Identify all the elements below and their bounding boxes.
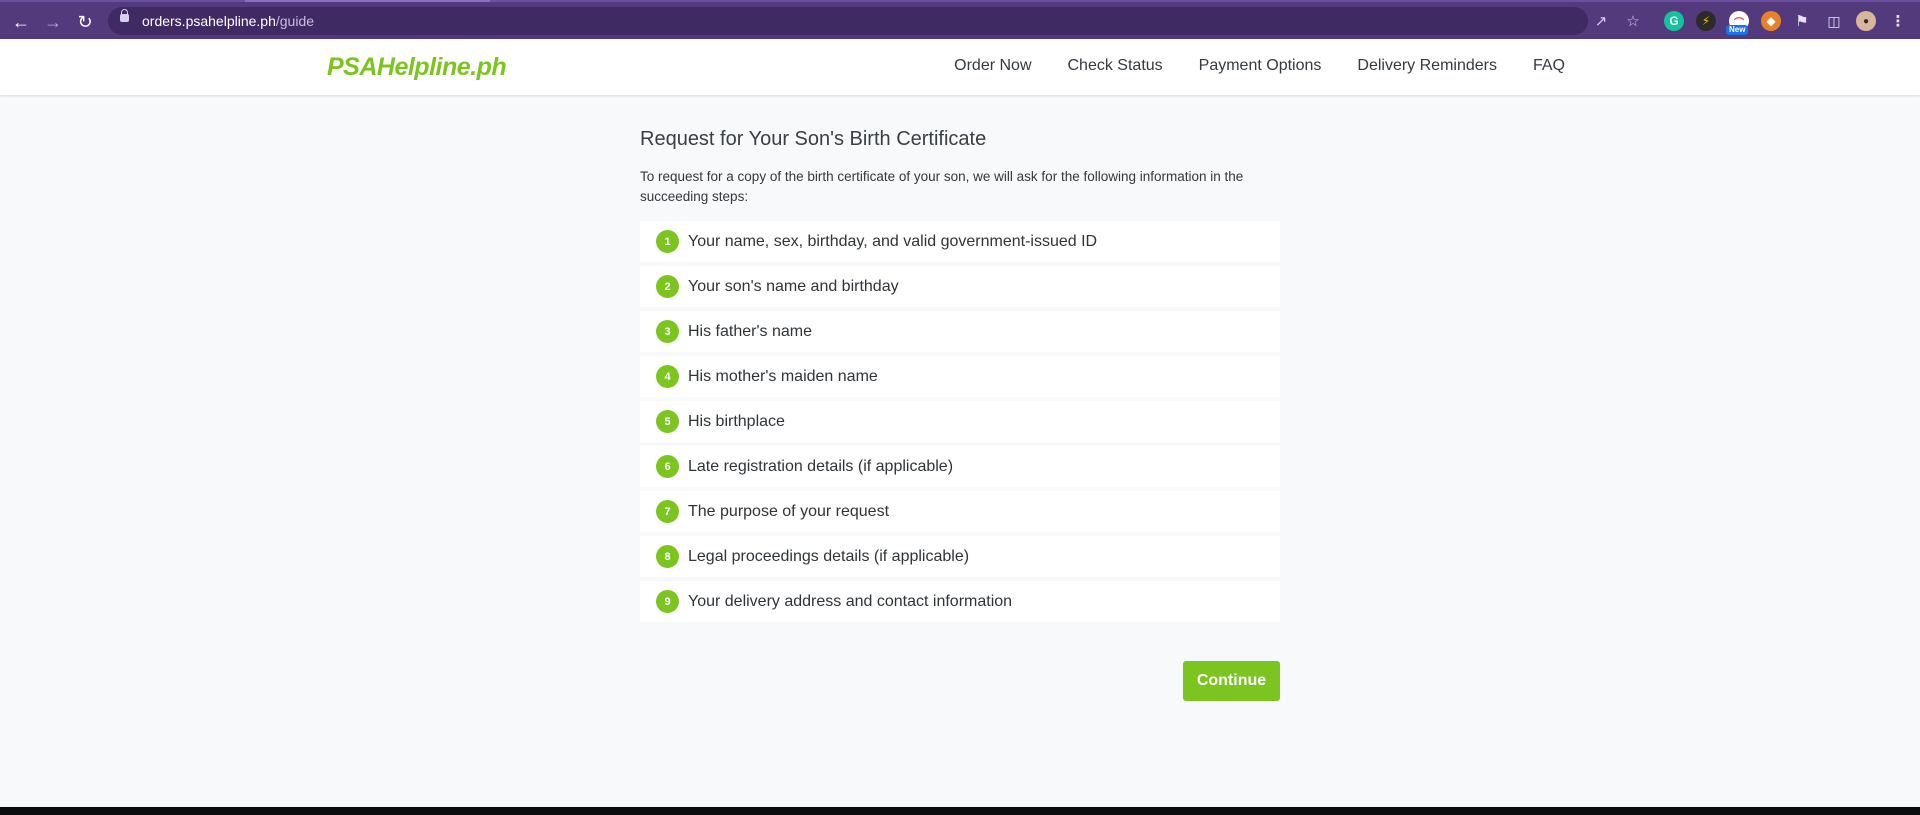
grammarly-extension-icon[interactable]: G — [1664, 11, 1684, 31]
back-icon[interactable]: ← — [9, 10, 33, 34]
page-title: Request for Your Son's Birth Certificate — [640, 128, 987, 150]
step-text: Legal proceedings details (if applicable… — [688, 547, 970, 565]
list-item: 4 His mother's maiden name — [640, 356, 1280, 397]
url-text[interactable]: orders.psahelpline.ph/guide — [142, 13, 314, 29]
fox-extension-icon[interactable]: ◆ — [1761, 11, 1781, 31]
guide-content: Request for Your Son's Birth Certificate… — [640, 128, 1280, 626]
continue-button[interactable]: Continue — [1183, 661, 1280, 701]
step-number-badge: 9 — [656, 590, 679, 613]
bookmark-star-icon[interactable]: ☆ — [1623, 11, 1643, 31]
site-logo[interactable]: PSAHelpline.ph — [327, 53, 507, 82]
list-item: 6 Late registration details (if applicabl… — [640, 446, 1280, 487]
list-item: 2 Your son's name and birthday — [640, 266, 1280, 307]
nav-payment-options[interactable]: Payment Options — [1199, 57, 1322, 75]
address-bar[interactable]: orders.psahelpline.ph/guide ↗ ☆ — [108, 7, 1640, 35]
list-item: 3 His father's name — [640, 311, 1280, 352]
list-item: 9 Your delivery address and contact infor… — [640, 581, 1280, 622]
nav-delivery-reminders[interactable]: Delivery Reminders — [1357, 57, 1497, 75]
step-text: Late registration details (if applicable… — [688, 457, 954, 475]
steps-list: 1 Your name, sex, birthday, and valid gov… — [640, 221, 1280, 622]
bottom-edge-bar — [0, 807, 1920, 815]
profile-avatar[interactable]: ● — [1856, 11, 1876, 31]
nav-faq[interactable]: FAQ — [1533, 57, 1565, 75]
nav-check-status[interactable]: Check Status — [1068, 57, 1163, 75]
step-number-badge: 8 — [656, 545, 679, 568]
site-header: PSAHelpline.ph Order Now Check Status Pa… — [0, 39, 1920, 95]
lock-icon[interactable] — [120, 9, 129, 22]
main-nav: Order Now Check Status Payment Options D… — [954, 57, 1565, 75]
menu-kebab-icon[interactable]: ⋮ — [1888, 11, 1908, 31]
step-text: His father's name — [688, 322, 812, 340]
list-item: 1 Your name, sex, birthday, and valid gov… — [640, 221, 1280, 262]
list-item: 5 His birthplace — [640, 401, 1280, 442]
step-text: Your delivery address and contact inform… — [688, 592, 1013, 610]
list-item: 8 Legal proceedings details (if applicabl… — [640, 536, 1280, 577]
browser-toolbar: ← → ↻ orders.psahelpline.ph/guide ↗ ☆ G … — [0, 0, 1920, 39]
side-panel-icon[interactable]: ◫ — [1824, 11, 1844, 31]
nav-order-now[interactable]: Order Now — [954, 57, 1031, 75]
step-text: His mother's maiden name — [688, 367, 878, 385]
intro-text: To request for a copy of the birth certi… — [640, 169, 1244, 204]
step-text: Your name, sex, birthday, and valid gove… — [688, 232, 1098, 250]
step-text: Your son's name and birthday — [688, 277, 899, 295]
new-badge: New — [1726, 25, 1749, 35]
step-number-badge: 3 — [656, 320, 679, 343]
list-item: 7 The purpose of your request — [640, 491, 1280, 532]
step-text: His birthplace — [688, 412, 785, 430]
step-number-badge: 6 — [656, 455, 679, 478]
reload-icon[interactable]: ↻ — [73, 10, 97, 34]
step-text: The purpose of your request — [688, 502, 890, 520]
step-number-badge: 2 — [656, 275, 679, 298]
step-number-badge: 5 — [656, 410, 679, 433]
puzzle-extensions-icon[interactable]: ⚑ — [1792, 11, 1812, 31]
step-number-badge: 1 — [656, 230, 679, 253]
active-tab-indicator — [245, 0, 490, 2]
share-icon[interactable]: ↗ — [1591, 11, 1611, 31]
lightning-extension-icon[interactable]: ⚡ — [1696, 11, 1716, 31]
step-number-badge: 7 — [656, 500, 679, 523]
step-number-badge: 4 — [656, 365, 679, 388]
forward-icon[interactable]: → — [41, 10, 65, 34]
